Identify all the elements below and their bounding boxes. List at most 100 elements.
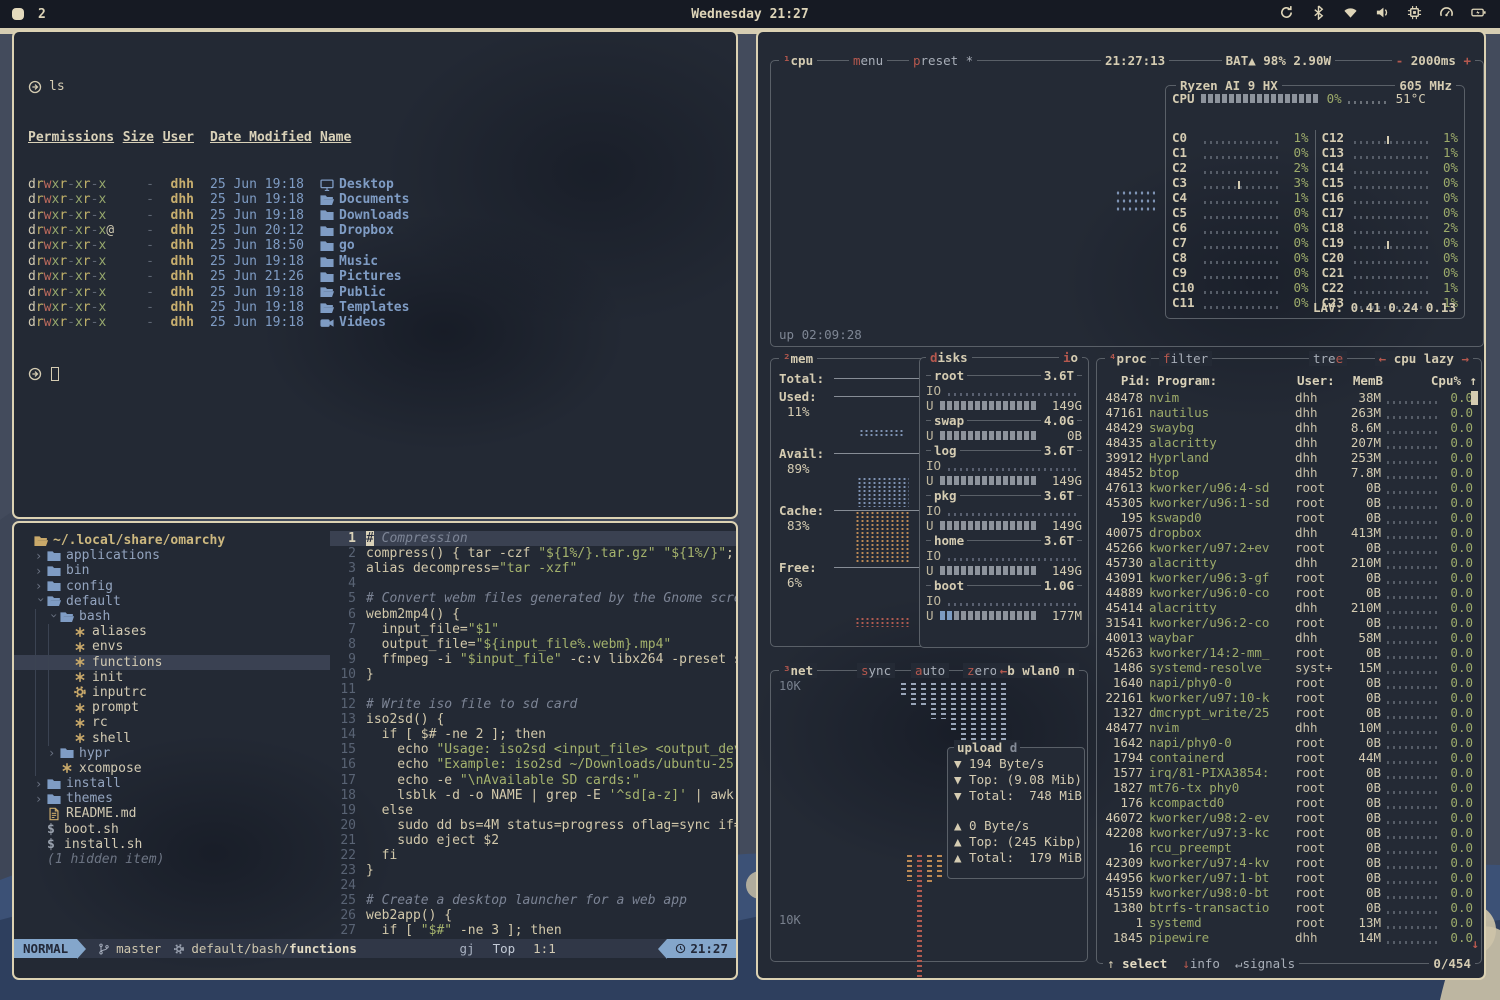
code-line[interactable]: 18 lsblk -d -o NAME | grep -E '^sd[a-z]'… bbox=[330, 788, 736, 803]
tray-volume-icon[interactable] bbox=[1375, 5, 1390, 24]
tree-item[interactable]: rc bbox=[22, 715, 330, 730]
net-box-title[interactable]: ³net bbox=[779, 663, 817, 678]
tree-item[interactable]: ›install bbox=[22, 776, 330, 791]
sync-button[interactable]: sync bbox=[857, 663, 895, 678]
process-row[interactable]: 48429swaybgdhh8.6M0.0 bbox=[1099, 420, 1479, 435]
process-row[interactable]: 44889kworker/u96:0-coroot0B0.0 bbox=[1099, 585, 1479, 600]
tray-cpu-icon[interactable] bbox=[1407, 5, 1422, 24]
code-line[interactable]: 11 bbox=[330, 682, 736, 697]
tree-toggle[interactable]: tree bbox=[1309, 351, 1347, 366]
menu-button[interactable]: menu bbox=[849, 53, 887, 68]
process-row[interactable]: 45305kworker/u96:1-sdroot0B0.0 bbox=[1099, 495, 1479, 510]
proc-header[interactable]: Pid: Program: User: MemB Cpu% ↑ bbox=[1097, 373, 1481, 388]
code-line[interactable]: 21 sudo eject $2 bbox=[330, 833, 736, 848]
proc-box-title[interactable]: ⁴proc bbox=[1105, 351, 1151, 366]
prompt-line-2[interactable] bbox=[28, 366, 722, 382]
code-line[interactable]: 23} bbox=[330, 863, 736, 878]
chevron-icon[interactable]: › bbox=[35, 792, 47, 806]
code-line[interactable]: 20 sudo dd bs=4M status=progress oflag=s… bbox=[330, 818, 736, 833]
chevron-icon[interactable]: › bbox=[35, 579, 47, 593]
code-line[interactable]: 17 echo -e "\nAvailable SD cards:" bbox=[330, 773, 736, 788]
process-row[interactable]: 31541kworker/u96:2-coroot0B0.0 bbox=[1099, 615, 1479, 630]
code-line[interactable]: 8 output_file="${input_file%.webm}.mp4" bbox=[330, 637, 736, 652]
tree-item[interactable]: functions bbox=[14, 655, 330, 670]
tray-bluetooth-icon[interactable] bbox=[1311, 5, 1326, 24]
process-row[interactable]: 48452btopdhh7.8M0.0 bbox=[1099, 465, 1479, 480]
process-row[interactable]: 1827mt76-tx phy0root0B0.0 bbox=[1099, 780, 1479, 795]
process-row[interactable]: 22161kworker/u97:10-kroot0B0.0 bbox=[1099, 690, 1479, 705]
process-row[interactable]: 45266kworker/u97:2+evroot0B0.0 bbox=[1099, 540, 1479, 555]
tree-item[interactable]: prompt bbox=[22, 700, 330, 715]
code-line[interactable]: 12# Write iso file to sd card bbox=[330, 697, 736, 712]
tree-item[interactable]: ›config bbox=[22, 579, 330, 594]
process-row[interactable]: 45263kworker/14:2-mm_root0B0.0 bbox=[1099, 645, 1479, 660]
process-row[interactable]: 48435alacrittydhh207M0.0 bbox=[1099, 435, 1479, 450]
code-line[interactable]: 27 if [ "$#" -ne 3 ]; then bbox=[330, 923, 736, 938]
chevron-icon[interactable]: › bbox=[34, 596, 48, 608]
process-row[interactable]: 45159kworker/u98:0-btroot0B0.0 bbox=[1099, 885, 1479, 900]
tree-item[interactable]: ›applications bbox=[22, 548, 330, 563]
workspace-indicator[interactable]: 2 bbox=[12, 7, 46, 22]
tree-item[interactable]: envs bbox=[22, 639, 330, 654]
chevron-icon[interactable]: › bbox=[48, 746, 60, 760]
code-line[interactable]: 4 bbox=[330, 576, 736, 591]
tray-updates-icon[interactable] bbox=[1279, 5, 1294, 24]
process-row[interactable]: 1577irq/81-PIXA3854:root0B0.0 bbox=[1099, 765, 1479, 780]
preset-button[interactable]: preset * bbox=[909, 53, 977, 68]
code-line[interactable]: 26web2app() { bbox=[330, 908, 736, 923]
process-row[interactable]: 1642napi/phy0-0root0B0.0 bbox=[1099, 735, 1479, 750]
tray-wifi-icon[interactable] bbox=[1343, 5, 1358, 24]
tray-battery-icon[interactable] bbox=[1471, 5, 1486, 24]
process-row[interactable]: 176kcompactd0root0B0.0 bbox=[1099, 795, 1479, 810]
proc-scrollbar[interactable] bbox=[1471, 391, 1478, 405]
tree-item[interactable]: $boot.sh bbox=[22, 822, 330, 837]
code-line[interactable]: 25# Create a desktop launcher for a web … bbox=[330, 893, 736, 908]
code-line[interactable]: 6webm2mp4() { bbox=[330, 606, 736, 621]
process-row[interactable]: 46072kworker/u98:2-evroot0B0.0 bbox=[1099, 810, 1479, 825]
tree-item[interactable]: $install.sh bbox=[22, 837, 330, 852]
code-line[interactable]: 5# Convert webm files generated by the G… bbox=[330, 591, 736, 606]
process-row[interactable]: 47613kworker/u96:4-sdroot0B0.0 bbox=[1099, 480, 1479, 495]
process-row[interactable]: 1845pipewiredhh14M0.0 bbox=[1099, 930, 1479, 945]
process-row[interactable]: 1380btrfs-transactioroot0B0.0 bbox=[1099, 900, 1479, 915]
process-row[interactable]: 42309kworker/u97:4-kvroot0B0.0 bbox=[1099, 855, 1479, 870]
code-line[interactable]: 19 else bbox=[330, 803, 736, 818]
process-row[interactable]: 47161nautilusdhh263M0.0 bbox=[1099, 405, 1479, 420]
scroll-down-icon[interactable]: ↓ bbox=[1471, 936, 1479, 951]
process-row[interactable]: 42208kworker/u97:3-kcroot0B0.0 bbox=[1099, 825, 1479, 840]
disks-box-title[interactable]: disks bbox=[926, 350, 972, 365]
process-row[interactable]: 48478nvimdhh38M0.0 bbox=[1099, 390, 1479, 405]
code-line[interactable]: 7 input_file="$1" bbox=[330, 622, 736, 637]
tree-item[interactable]: ›bash bbox=[22, 609, 330, 624]
tree-item[interactable]: ›themes bbox=[22, 791, 330, 806]
tree-item[interactable]: ›bin bbox=[22, 563, 330, 578]
code-line[interactable]: 16 echo "Example: iso2sd ~/Downloads/ubu… bbox=[330, 757, 736, 772]
chevron-icon[interactable]: › bbox=[35, 564, 47, 578]
code-line[interactable]: 10} bbox=[330, 667, 736, 682]
process-row[interactable]: 40075dropboxdhh413M0.0 bbox=[1099, 525, 1479, 540]
tree-item[interactable]: shell bbox=[22, 730, 330, 745]
process-row[interactable]: 48477nvimdhh10M0.0 bbox=[1099, 720, 1479, 735]
tree-item[interactable]: ›default bbox=[22, 594, 330, 609]
process-row[interactable]: 43091kworker/u96:3-gfroot0B0.0 bbox=[1099, 570, 1479, 585]
code-line[interactable]: 1# Compression bbox=[330, 531, 736, 546]
tree-item[interactable]: README.md bbox=[22, 806, 330, 821]
disks-io-toggle[interactable]: io bbox=[1059, 350, 1082, 365]
tree-item[interactable]: aliases bbox=[22, 624, 330, 639]
tree-item[interactable]: xcompose bbox=[22, 761, 330, 776]
code-line[interactable]: 9 ffmpeg -i "$input_file" -c:v libx264 -… bbox=[330, 652, 736, 667]
cpu-box-title[interactable]: ¹cpu bbox=[779, 53, 817, 68]
auto-button[interactable]: auto bbox=[911, 663, 949, 678]
process-row[interactable]: 44956kworker/u97:1-btroot0B0.0 bbox=[1099, 870, 1479, 885]
process-row[interactable]: 1640napi/phy0-0root0B0.0 bbox=[1099, 675, 1479, 690]
process-row[interactable]: 195kswapd0root0B0.0 bbox=[1099, 510, 1479, 525]
code-line[interactable]: 14 if [ $# -ne 2 ]; then bbox=[330, 727, 736, 742]
tree-item[interactable]: ~/.local/share/omarchy bbox=[22, 533, 330, 548]
process-row[interactable]: 45730alacrittydhh210M0.0 bbox=[1099, 555, 1479, 570]
code-line[interactable]: 13iso2sd() { bbox=[330, 712, 736, 727]
filter-button[interactable]: filter bbox=[1159, 351, 1212, 366]
sort-selector[interactable]: ← cpu lazy → bbox=[1375, 351, 1473, 366]
update-interval[interactable]: - 2000ms + bbox=[1392, 53, 1475, 68]
process-row[interactable]: 1327dmcrypt_write/25root0B0.0 bbox=[1099, 705, 1479, 720]
process-row[interactable]: 39912Hyprlanddhh253M0.0 bbox=[1099, 450, 1479, 465]
